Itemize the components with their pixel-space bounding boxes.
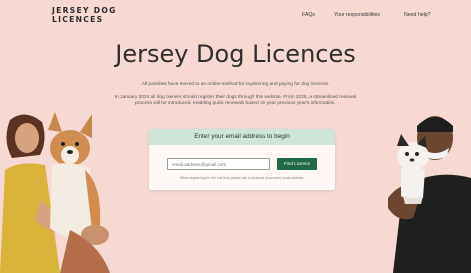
site-logo[interactable]: JERSEY DOG LICENCES [52,6,117,24]
nav-link-responsibilities[interactable]: Your responsibilities [334,12,380,18]
woman-with-corgi-image [0,112,110,273]
man-with-dog-image [388,116,471,273]
logo-line-2: LICENCES [52,14,104,24]
email-helper-text: When registering for the first time plea… [179,176,305,180]
nav-link-faqs[interactable]: FAQs [302,12,315,18]
intro-paragraph-2: In January 2024 all dog owners should re… [114,95,357,106]
email-card-heading: Enter your email address to begin [149,129,335,145]
email-input[interactable] [167,158,270,170]
intro-paragraph-1: All parishes have moved to an online met… [141,82,330,87]
find-licence-button[interactable]: Find Licence [277,158,317,170]
email-card: Enter your email address to begin Find L… [149,129,335,190]
page-title: Jersey Dog Licences [115,40,356,68]
nav-link-help[interactable]: Need help? [404,12,431,18]
